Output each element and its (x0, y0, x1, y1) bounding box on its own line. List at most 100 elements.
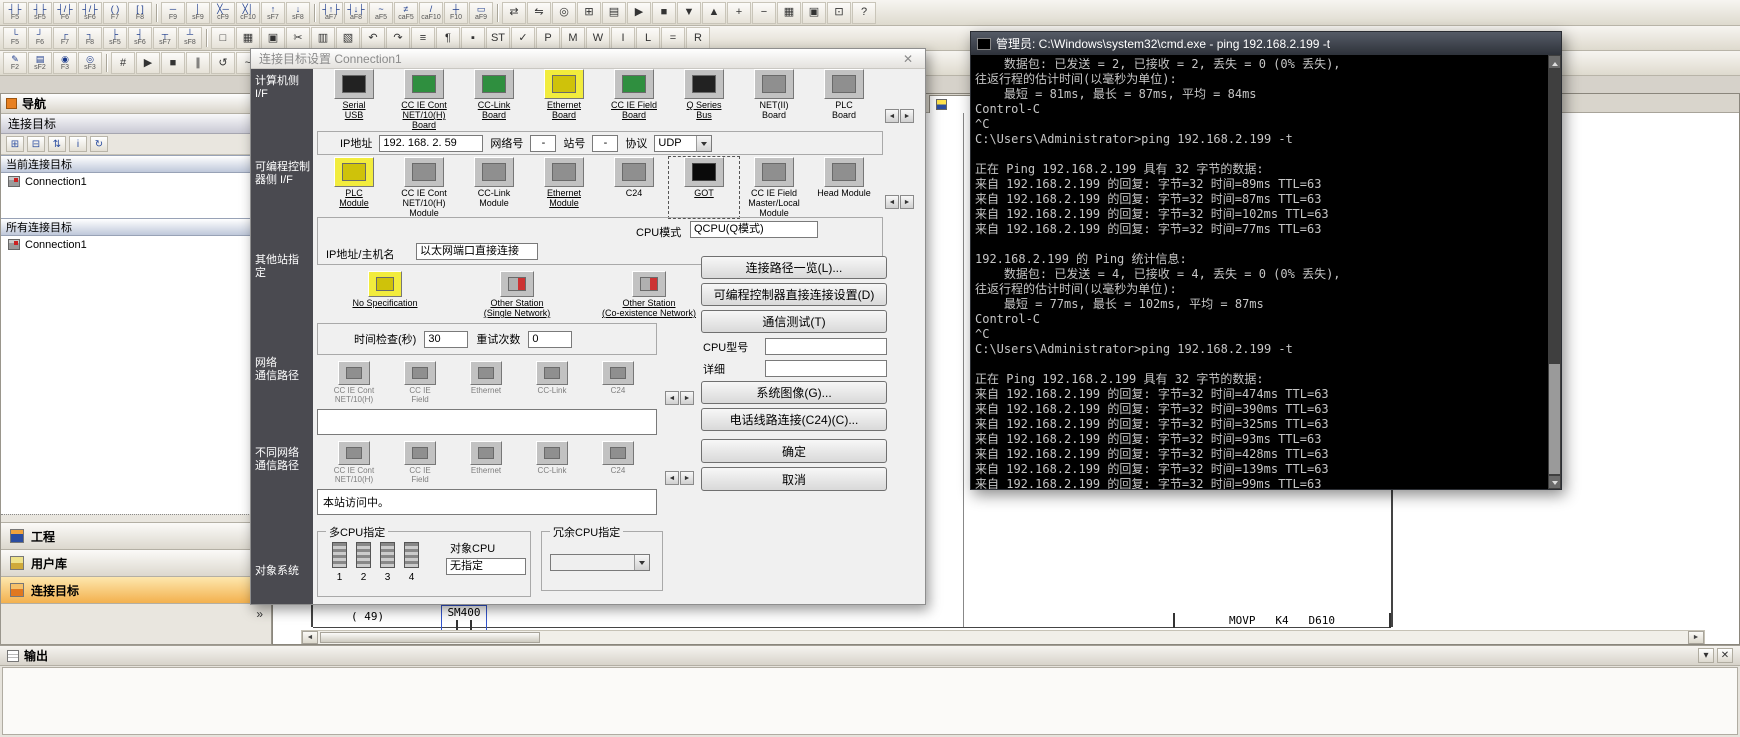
inline-st-icon[interactable]: ST (486, 27, 510, 49)
check-time-field[interactable]: 30 (424, 331, 468, 348)
vertical-scrollbar[interactable] (1548, 55, 1561, 489)
retry-count-field[interactable]: 0 (528, 331, 572, 348)
plc-interface-option[interactable]: CC IE Cont NET/10(H) Module (389, 157, 459, 218)
network-route-option[interactable]: CC IE Cont NET/10(H) (321, 361, 387, 404)
ladder-symbol-button[interactable]: ┤/├ F6 (53, 2, 77, 24)
ladder-symbol-button[interactable]: ( ) F7 (103, 2, 127, 24)
zoom-in-icon[interactable]: + (727, 2, 751, 24)
cpu-mode-field[interactable]: QCPU(Q模式) (690, 221, 818, 238)
refresh-icon[interactable]: ↻ (90, 136, 108, 152)
sidebar-tab[interactable]: 用户库 (1, 549, 271, 576)
scroll-right-button[interactable]: ► (680, 391, 694, 405)
ladder-line-button[interactable]: ┌ F7 (53, 27, 77, 49)
remote-operation-icon[interactable]: R (686, 27, 710, 49)
mode-button[interactable]: ✎ F2 (3, 52, 27, 74)
read-from-plc-icon[interactable]: ▲ (702, 2, 726, 24)
find-icon[interactable]: ◎ (552, 2, 576, 24)
device-test-icon[interactable]: # (111, 52, 135, 74)
cpu-slot[interactable]: 4 (404, 542, 419, 583)
ip-address-field[interactable]: 192. 168. 2. 59 (379, 135, 483, 152)
different-route-option[interactable]: Ethernet (453, 441, 519, 484)
cpu-slot[interactable]: 1 (332, 542, 347, 583)
ladder-symbol-button[interactable]: ┤↑├ aF7 (319, 2, 343, 24)
ladder-line-button[interactable]: ├ sF5 (103, 27, 127, 49)
different-route-option[interactable]: CC IE Cont NET/10(H) (321, 441, 387, 484)
new-project-icon[interactable]: □ (211, 27, 235, 49)
help-icon[interactable]: ? (852, 2, 876, 24)
ladder-symbol-button[interactable]: ≠ caF5 (394, 2, 418, 24)
system-image-button[interactable]: 系统图像(G)... (701, 381, 887, 404)
collapse-all-icon[interactable]: ⊟ (27, 136, 45, 152)
stop-icon[interactable]: ■ (161, 52, 185, 74)
pc-interface-option[interactable]: Ethernet Board (529, 69, 599, 130)
scroll-down-button[interactable] (1549, 476, 1560, 488)
mode-button[interactable]: ▤ sF2 (28, 52, 52, 74)
cancel-button[interactable]: 取消 (701, 467, 887, 491)
plc-interface-option[interactable]: Ethernet Module (529, 157, 599, 218)
network-route-option[interactable]: CC IE Field (387, 361, 453, 404)
comment-display-icon[interactable]: ≡ (411, 27, 435, 49)
splitter-grip[interactable] (1, 514, 271, 522)
target-cpu-field[interactable]: 无指定 (446, 558, 526, 575)
reset-icon[interactable]: ↺ (211, 52, 235, 74)
window-cascade-icon[interactable]: ▣ (802, 2, 826, 24)
verify-icon[interactable]: = (661, 27, 685, 49)
parameter-setting-icon[interactable]: P (536, 27, 560, 49)
plc-interface-option[interactable]: CC-Link Module (459, 157, 529, 218)
ladder-symbol-button[interactable]: │ sF9 (186, 2, 210, 24)
ladder-symbol-button[interactable]: ↓ sF8 (286, 2, 310, 24)
scroll-left-button[interactable]: ◄ (302, 631, 318, 644)
scrollbar-thumb[interactable] (1549, 364, 1560, 474)
start-monitor-icon[interactable]: ▶ (627, 2, 651, 24)
mode-button[interactable]: ◎ sF3 (78, 52, 102, 74)
scroll-right-button[interactable]: ► (680, 471, 694, 485)
scroll-right-button[interactable]: ► (1688, 631, 1704, 644)
different-route-option[interactable]: C24 (585, 441, 651, 484)
plc-interface-option[interactable]: Head Module (809, 157, 879, 218)
label-icon[interactable]: L (636, 27, 660, 49)
ladder-symbol-button[interactable]: ▭ aF9 (469, 2, 493, 24)
all-windows-icon[interactable]: ⊡ (827, 2, 851, 24)
scroll-right-button[interactable]: ► (900, 195, 914, 209)
network-route-option[interactable]: CC-Link (519, 361, 585, 404)
scroll-left-button[interactable]: ◄ (885, 109, 899, 123)
group-header-current-connection[interactable]: 当前连接目标 (1, 155, 271, 173)
write-to-plc-icon[interactable]: ▼ (677, 2, 701, 24)
plc-interface-option[interactable]: C24 (599, 157, 669, 218)
scroll-up-button[interactable] (1549, 56, 1560, 68)
plc-interface-option[interactable]: PLC Module (319, 157, 389, 218)
output-panel-header[interactable]: 输出 ▾ ✕ (0, 646, 1740, 666)
connection-item[interactable]: Connection1 (1, 173, 271, 190)
cpu-slot[interactable]: 3 (380, 542, 395, 583)
ladder-line-button[interactable]: ┬ sF7 (153, 27, 177, 49)
ladder-line-button[interactable]: ┴ sF8 (178, 27, 202, 49)
plc-direct-connection-button[interactable]: 可编程控制器直接连接设置(D) (701, 283, 887, 306)
cpu-slot[interactable]: 2 (356, 542, 371, 583)
program-check-icon[interactable]: ✓ (511, 27, 535, 49)
ladder-symbol-button[interactable]: ╳─ cF9 (211, 2, 235, 24)
cut-icon[interactable]: ✂ (286, 27, 310, 49)
sort-icon[interactable]: ⇅ (48, 136, 66, 152)
cross-reference-icon[interactable]: ⊞ (577, 2, 601, 24)
panel-selector[interactable]: 连接目标 ▾ (1, 114, 271, 134)
program-convert-icon[interactable]: ⇄ (502, 2, 526, 24)
ladder-symbol-button[interactable]: ┼ F10 (444, 2, 468, 24)
pc-interface-option[interactable]: PLC Board (809, 69, 879, 130)
pc-interface-option[interactable]: Serial USB (319, 69, 389, 130)
plc-interface-option[interactable]: GOT (669, 157, 739, 218)
pc-interface-option[interactable]: CC IE Cont NET/10(H) Board (389, 69, 459, 130)
statement-display-icon[interactable]: ¶ (436, 27, 460, 49)
protocol-select[interactable]: UDP (654, 135, 712, 152)
command-prompt-titlebar[interactable]: 管理员: C:\Windows\system32\cmd.exe - ping … (971, 32, 1561, 55)
different-route-option[interactable]: CC IE Field (387, 441, 453, 484)
network-no-field[interactable]: - (530, 135, 556, 152)
run-icon[interactable]: ▶ (136, 52, 160, 74)
overflow-chevron[interactable]: » (256, 607, 263, 621)
other-station-option[interactable]: No Specification (323, 271, 447, 318)
network-route-option[interactable]: C24 (585, 361, 651, 404)
device-list-icon[interactable]: ▤ (602, 2, 626, 24)
connection-channel-list-button[interactable]: 连接路径一览(L)... (701, 256, 887, 279)
expand-all-icon[interactable]: ⊞ (6, 136, 24, 152)
selection-box[interactable]: SM400 (441, 605, 487, 631)
ladder-symbol-button[interactable]: ~ aF5 (369, 2, 393, 24)
